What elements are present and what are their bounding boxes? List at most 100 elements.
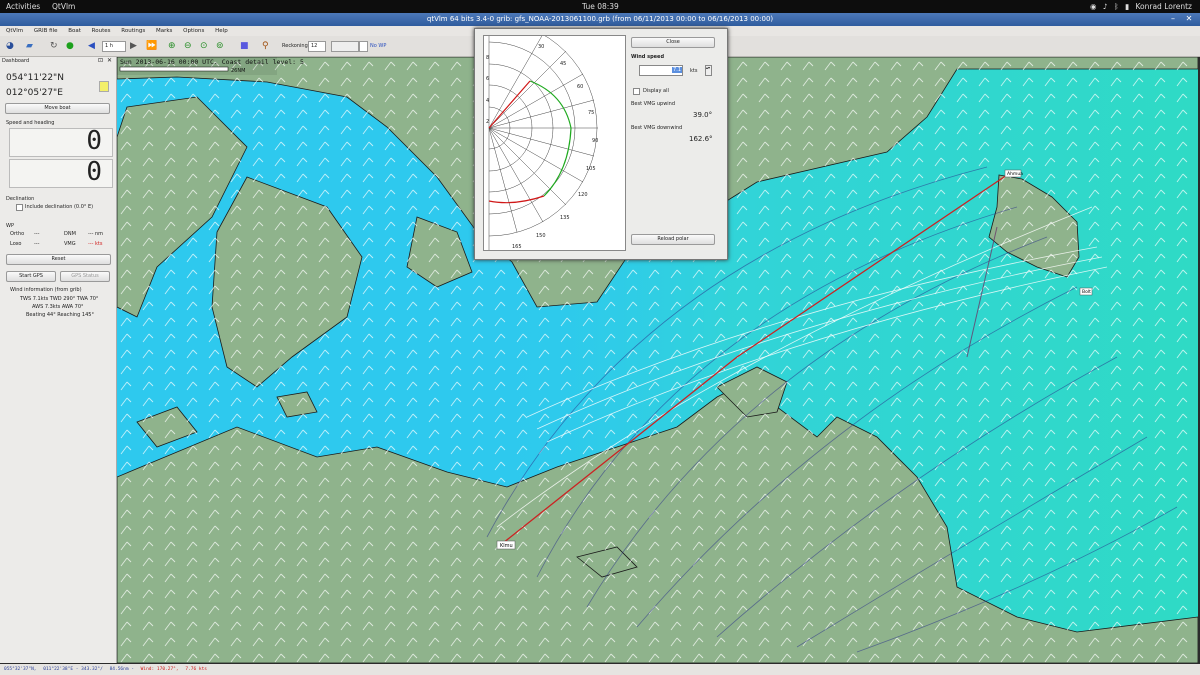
polar-angle-label: 45 [560, 61, 566, 67]
menu-help[interactable]: Help [215, 28, 228, 34]
menu-grib-file[interactable]: GRIB file [34, 28, 58, 34]
status-wind-direction: Wind: 170.27°, [140, 667, 179, 672]
best-upwind-label: Best VMG upwind [631, 101, 676, 107]
polar-spoke-135 [488, 127, 567, 206]
play-icon[interactable]: ● [66, 40, 74, 52]
select-zone-icon[interactable]: ■ [240, 40, 249, 52]
wind-speed-value[interactable]: 7.1 [672, 67, 682, 73]
speed-value: 0 [86, 126, 102, 156]
zoom-boat-icon[interactable]: ⊚ [216, 40, 224, 52]
start-gps-button[interactable]: Start GPS [6, 271, 56, 282]
reckoning-label: Reckoning [282, 43, 308, 49]
ortho-value: --- [34, 231, 40, 237]
activities-button[interactable]: Activities [6, 2, 40, 11]
longitude: 012°05'27"E [6, 88, 63, 98]
wind-info-line3: Beating 44° Reaching 145° [26, 312, 94, 318]
dashboard-title: Dashboard [2, 58, 30, 64]
best-downwind-value: 162.6° [689, 135, 713, 143]
speed-display: 0 [9, 126, 113, 157]
network-icon[interactable]: ◉ [1090, 2, 1097, 11]
move-boat-button[interactable]: Move boat [5, 103, 110, 114]
status-longitude: 011°22'38"E - 343.32°/ [43, 667, 103, 672]
menu-boat[interactable]: Boat [68, 28, 81, 34]
status-wind-speed: 7.76 kts [185, 667, 208, 672]
zoom-in-icon[interactable]: ⊕ [168, 40, 176, 52]
system-top-bar: Activities QtVlm Tue 08:39 ◉ ♪ ᛒ ▮ Konra… [0, 0, 1200, 13]
display-all-label: Display all [643, 88, 669, 94]
close-window-icon[interactable]: ✕ [1184, 14, 1194, 24]
menu-routes[interactable]: Routes [92, 28, 111, 34]
polar-angle-label: 135 [560, 215, 570, 221]
time-step-select[interactable]: 1 h [102, 41, 126, 52]
zoom-fit-icon[interactable]: ⊙ [200, 40, 208, 52]
reckoning-input[interactable]: 12 [308, 41, 326, 52]
wind-speed-input[interactable]: 7.1 [639, 65, 683, 76]
polar-angle-label: 120 [578, 192, 588, 198]
status-latitude: 055°32'37"N, [4, 667, 37, 672]
volume-icon[interactable]: ♪ [1103, 2, 1108, 11]
step-back-icon[interactable]: ◀ [88, 40, 95, 52]
menu-routings[interactable]: Routings [121, 28, 145, 34]
close-button[interactable]: Close [631, 37, 715, 48]
latitude: 054°11'22"N [6, 73, 64, 83]
polar-radial-label: 6 [486, 76, 489, 82]
menu-marks[interactable]: Marks [156, 28, 172, 34]
bluetooth-icon[interactable]: ᛒ [1114, 2, 1119, 11]
app-menu[interactable]: QtVlm [52, 2, 75, 11]
ortho-label: Ortho [10, 231, 25, 237]
wind-speed-spinner[interactable]: ▴▾ [705, 65, 712, 76]
menu-options[interactable]: Options [183, 28, 204, 34]
system-tray[interactable]: ◉ ♪ ᛒ ▮ Konrad Lorentz [1090, 2, 1192, 11]
heading-value: 0 [86, 157, 102, 187]
globe-icon[interactable]: ◕ [6, 40, 14, 52]
reckoning-unit-select[interactable] [331, 41, 359, 52]
map-header: Sun 2013-06-16 00:00 UTC. Coast detail l… [120, 58, 304, 66]
polar-curve-red-downwind [488, 195, 545, 204]
boat-flag-icon[interactable] [99, 81, 109, 92]
dnm-label: DNM [64, 231, 76, 237]
gps-status-button[interactable]: GPS Status [60, 271, 110, 282]
dashboard-panel: Dashboard ⊡ ✕ 054°11'22"N 012°05'27"E Mo… [0, 57, 117, 663]
minimize-icon[interactable]: – [1168, 14, 1178, 24]
speed-heading-label: Speed and heading [6, 120, 55, 126]
float-panel-icon[interactable]: ⊡ [98, 57, 103, 64]
scale-bar [119, 66, 229, 72]
battery-icon[interactable]: ▮ [1125, 2, 1129, 11]
window-title-bar: qtVlm 64 bits 3.4-0 grib: gfs_NOAA-20130… [0, 13, 1200, 26]
refresh-icon[interactable]: ↻ [50, 40, 58, 52]
no-wp-label: No WP [370, 43, 387, 49]
step-forward-icon[interactable]: ▶ [130, 40, 137, 52]
polar-curve-red-upwind [488, 80, 531, 129]
reset-button[interactable]: Reset [6, 254, 111, 265]
polar-spoke-45 [488, 50, 567, 129]
wind-speed-unit: kts [690, 68, 698, 74]
polar-spoke-150 [488, 127, 544, 223]
polar-diagram: 8 6 4 2 30 45 60 75 90 105 120 135 150 1… [483, 35, 626, 251]
user-name[interactable]: Konrad Lorentz [1135, 2, 1192, 11]
best-downwind-label: Best VMG downwind [631, 125, 683, 131]
polar-svg: 8 6 4 2 30 45 60 75 90 105 120 135 150 1… [486, 36, 598, 250]
zoom-out-icon[interactable]: ⊖ [184, 40, 192, 52]
polar-angle-label: 75 [588, 110, 594, 116]
folder-icon[interactable]: ▰ [26, 40, 33, 52]
clock[interactable]: Tue 08:39 [582, 2, 619, 11]
menu-qtvlm[interactable]: QtVlm [6, 28, 23, 34]
declination-checkbox[interactable] [16, 204, 23, 211]
loxo-value: --- [34, 241, 40, 247]
polar-radial-label: 4 [486, 98, 489, 104]
polar-dialog: 8 6 4 2 30 45 60 75 90 105 120 135 150 1… [474, 28, 728, 260]
no-wp-checkbox[interactable] [359, 41, 368, 52]
close-panel-icon[interactable]: ✕ [107, 57, 112, 64]
window-title: qtVlm 64 bits 3.4-0 grib: gfs_NOAA-20130… [426, 15, 774, 23]
declination-checkbox-label: Include declination (0.0° E) [25, 204, 94, 210]
fast-forward-icon[interactable]: ⏩ [146, 40, 157, 52]
display-all-checkbox[interactable] [633, 88, 640, 95]
heading-display: 0 [9, 157, 113, 188]
loxo-label: Loxo [10, 241, 22, 247]
reload-polar-button[interactable]: Reload polar [631, 234, 715, 245]
magnifier-icon[interactable]: ⚲ [262, 40, 269, 52]
status-bar: 055°32'37"N, 011°22'38"E - 343.32°/ 84.5… [0, 664, 1200, 675]
polar-radial-label: 8 [486, 55, 489, 61]
wind-info-line2: AWS 7.3kts AWA 70° [32, 304, 84, 310]
vmg-label: VMG [64, 241, 76, 247]
